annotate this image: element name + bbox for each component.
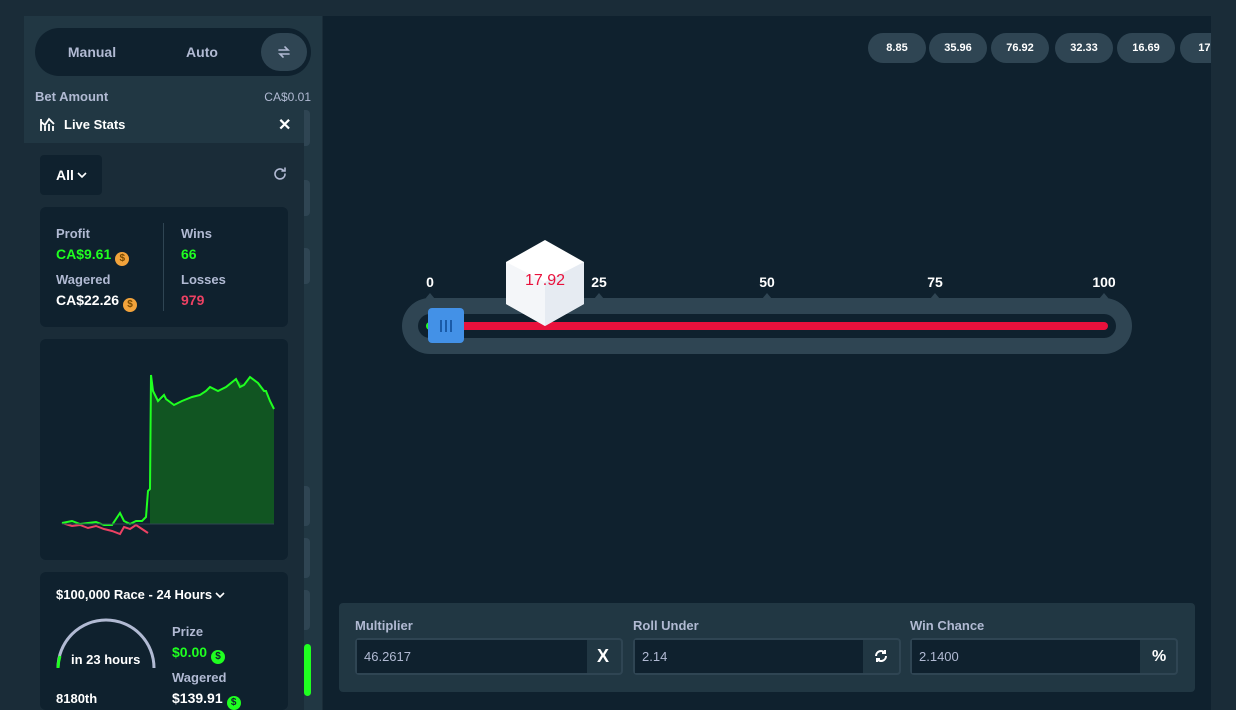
bet-amount-value: CA$0.01	[264, 90, 311, 104]
live-stats-title: Live Stats	[64, 117, 126, 132]
race-title[interactable]: $100,000 Race - 24 Hours	[56, 587, 225, 602]
losses-label: Losses	[181, 272, 226, 287]
percent-icon: %	[1152, 648, 1167, 665]
swap-icon	[278, 46, 290, 58]
roll-result: 17.92	[524, 272, 566, 289]
stats-chart-icon	[40, 117, 55, 131]
roll-under-input[interactable]: 2.14	[642, 649, 667, 664]
coin-icon: $	[115, 252, 130, 266]
tick-label: 25	[591, 274, 607, 290]
chevron-down-icon	[215, 591, 225, 598]
race-countdown: in 23 hours	[71, 652, 141, 667]
stats-filter-select[interactable]: All	[40, 155, 102, 195]
race-wagered-value: $139.91 $	[172, 690, 241, 710]
close-icon[interactable]: ✕	[278, 115, 291, 135]
race-prize-value: $0.00 $	[172, 644, 226, 664]
tick-label: 50	[759, 274, 775, 290]
chevron-down-icon	[77, 172, 87, 179]
history-pill-clip: 17.5	[1180, 33, 1211, 63]
bet-amount-label: Bet Amount	[35, 89, 109, 104]
wins-label: Wins	[181, 226, 212, 241]
profit-chart	[61, 374, 275, 536]
multiplier-input[interactable]: 46.2617	[364, 649, 411, 664]
profit-value: CA$9.61 $	[56, 246, 130, 266]
win-chance-input[interactable]: 2.1400	[919, 649, 959, 664]
profit-label: Profit	[56, 226, 90, 241]
wins-value: 66	[181, 246, 197, 262]
manual-tab[interactable]: Manual	[47, 28, 137, 76]
slider-handle[interactable]	[428, 308, 464, 343]
divider	[163, 223, 164, 311]
history-pill[interactable]: 76.92	[991, 33, 1049, 63]
toggle-over-under-icon[interactable]	[873, 648, 889, 664]
dollar-coin-icon: $	[226, 696, 241, 710]
race-prize-label: Prize	[172, 624, 204, 639]
history-pill[interactable]: 8.85	[868, 33, 926, 63]
roll-under-label: Roll Under	[633, 618, 699, 633]
stats-filter-value: All	[56, 167, 74, 183]
race-wagered-label: Wagered	[172, 670, 227, 685]
dollar-coin-icon: $	[211, 650, 226, 664]
roll-under-input-bg	[635, 640, 863, 673]
refresh-icon[interactable]	[272, 166, 288, 182]
auto-tab[interactable]: Auto	[157, 28, 247, 76]
multiplier-x-icon: X	[597, 646, 610, 666]
bet-button-edge[interactable]	[304, 644, 311, 696]
race-rank: 8180th	[56, 691, 98, 706]
history-pill[interactable]: 16.69	[1117, 33, 1175, 63]
multiplier-label: Multiplier	[355, 618, 413, 633]
wagered-value: CA$22.26 $	[56, 292, 138, 312]
win-chance-label: Win Chance	[910, 618, 985, 633]
tick-label: 100	[1092, 274, 1116, 290]
swap-mode-button[interactable]	[261, 33, 307, 71]
coin-icon: $	[123, 298, 138, 312]
history-pill[interactable]: 32.33	[1055, 33, 1113, 63]
losses-value: 979	[181, 292, 205, 308]
history-pill[interactable]: 17.5	[1180, 33, 1211, 63]
wagered-label: Wagered	[56, 272, 111, 287]
tick-label: 75	[927, 274, 943, 290]
tick-label: 0	[426, 274, 434, 290]
history-pill[interactable]: 35.96	[929, 33, 987, 63]
